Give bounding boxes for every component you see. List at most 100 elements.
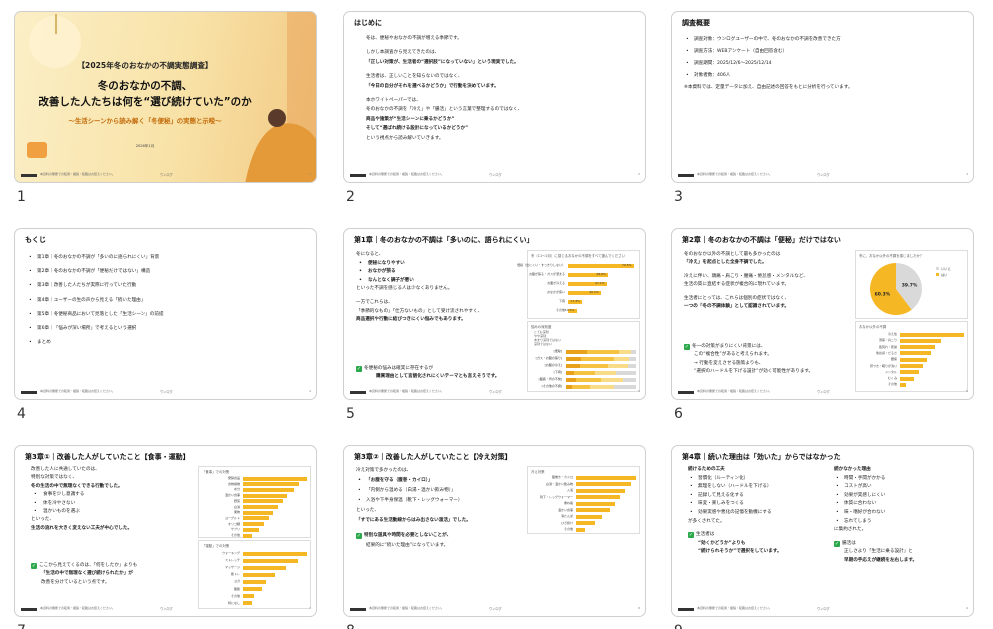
bar-row: 冷え性 [888, 332, 964, 337]
bar-label: その他 [887, 382, 897, 387]
bar-label: その他 [563, 527, 573, 531]
bar-row: 発酵食品 [228, 476, 307, 481]
bar-row: 筋トレ [231, 572, 307, 577]
slide-3[interactable]: 調査概要 調査対象：ウンログユーザーの中で、冬のおなかの不調を改善できた方 調査… [671, 11, 974, 183]
toc-item[interactable]: 第6章｜「悩みが深い場所」で考えるという選択 [27, 322, 164, 336]
list-item: • おなかが張る [359, 269, 396, 275]
body-line: 商品や施策が“生活シーンに乗るかどうか” [366, 116, 455, 122]
bar-value-label: 17.4% [570, 299, 580, 303]
bar-label: 重ね着 [563, 501, 573, 505]
callout-text: “効くかどうか”よりも [698, 540, 746, 546]
slide-title: もくじ [25, 236, 46, 244]
slide-thumbnail-5[interactable]: 第1章｜冬のおなかの不調は「多いのに、語られにくい」 冬になると、 • 便秘になりや… [343, 228, 646, 422]
slide-9[interactable]: 第4章｜続いた理由は「効いた」からではなかった 続けるための工夫 習慣化（ルーテ… [671, 445, 974, 617]
bar-row: 寝つき・眠りが浅い [870, 364, 964, 369]
bar-label: 食物繊維 [227, 481, 240, 486]
list-item: 記録して見える化する [688, 492, 782, 501]
bar-value-label: 40.1% [589, 290, 599, 294]
slide-body: 冬は、便秘やおなかの不調が増える季節です。 しかし本調査から見えてきたのは、 「正し… [366, 34, 522, 143]
callout-text: 改善を分けているという点です。 [41, 579, 110, 585]
list-item: 味変・楽しみをつくる [688, 500, 782, 509]
bar [243, 551, 307, 556]
bar [243, 572, 275, 577]
stack-segment [566, 349, 587, 354]
stack-segment [566, 377, 576, 382]
chart-food: 「食事」での対策 発酵食品 食物繊維 水分 温かい食事 野菜 白湯 果物 ヨーグルト オリゴ糖サ… [198, 466, 311, 538]
toc-item[interactable]: まとめ [27, 336, 164, 350]
chart-title: 悩みの深刻度 [531, 325, 552, 329]
chart-title: 「食事」での対策 [202, 470, 230, 474]
footer-logo [350, 174, 366, 177]
footer-page: 7 [309, 606, 311, 610]
slide-5[interactable]: 第1章｜冬のおなかの不調は「多いのに、語られにくい」 冬になると、 • 便秘になりや… [343, 228, 646, 400]
bar [243, 527, 260, 532]
cover-tag: 【2025年冬のおなかの不調実態調査】 [77, 61, 213, 70]
slide-number: 4 [17, 406, 26, 422]
toc-item[interactable]: 第2章｜冬のおなかの不調が「便秘だけではない」構造 [27, 265, 164, 279]
bar [576, 475, 636, 480]
slide-thumbnail-1[interactable]: 【2025年冬のおなかの不調実態調査】 冬のおなかの不調、 改善した人たちは何を… [14, 11, 317, 205]
bar [243, 565, 286, 570]
body-line: 「今日の自分がそれを選べるかどうか」で行動を決めています。 [366, 83, 499, 89]
footer-text: 本資料の無断での転用・複製・転載はお控えください。 [40, 172, 115, 176]
slide-1[interactable]: 【2025年冬のおなかの不調実態調査】 冬のおなかの不調、 改善した人たちは何を… [14, 11, 317, 183]
slide-8[interactable]: 第3章②｜改善した人がしていたこと【冷え対策】 冷え対策で多かったのは、 「お腹… [343, 445, 646, 617]
lead-text: 冷え対策で多かったのは、 [356, 468, 412, 473]
slide-body: 調査対象：ウンログユーザーの中で、冬のおなかの不調を改善できた方 調査方法：WE… [684, 34, 852, 94]
callout-text: 冬一の対策がまりにくい背景には、 [692, 344, 766, 349]
slide-thumbnail-8[interactable]: 第3章②｜改善した人がしていたこと【冷え対策】 冷え対策で多かったのは、 「お腹… [343, 445, 646, 629]
bar-row: ヨーグルト [225, 516, 307, 521]
body-line: 冬のおなかの不調を「冷え」や「腸活」という言葉で整理するのではなく、 [366, 107, 523, 113]
body-line: 生活の流れを大きく変えない工夫が中心でした。 [31, 525, 133, 531]
slide-thumbnail-6[interactable]: 第2章｜冬のおなかの不調は「便秘」だけではない 冬のおなか以外の不調として最も多… [671, 228, 974, 422]
footer-text: 本資料の無断での転用・複製・転載はお控えください。 [369, 389, 444, 393]
check-icon: ✓ [688, 532, 694, 539]
slide-thumbnail-9[interactable]: 第4章｜続いた理由は「効いた」からではなかった 続けるための工夫 習慣化（ルーテ… [671, 445, 974, 629]
toc-item[interactable]: 第3章｜改善した人たちが実際に行っていた行動 [27, 279, 164, 293]
bar-label: 腹筋 [233, 586, 240, 591]
chart-title: おなか以外の不調 [859, 325, 887, 329]
bar-row: 倦怠感・だるさ [876, 351, 964, 356]
chart-title: 冷え対策 [531, 470, 545, 474]
slide-thumbnail-3[interactable]: 調査概要 調査対象：ウンログユーザーの中で、冬のおなかの不調を改善できた方 調査… [671, 11, 974, 205]
bar [243, 505, 278, 509]
list-item: 「お腹を守る（腹巻・カイロ）」 [356, 476, 471, 486]
slide-body: 第1章｜冬のおなかの不調が「多いのに語られにくい」背景 第2章｜冬のおなかの不調… [27, 251, 164, 351]
body-line: 特別な対策ではなく、 [31, 475, 77, 481]
list-item: 体質に合わない [834, 500, 917, 509]
slide-4[interactable]: もくじ 第1章｜冬のおなかの不調が「多いのに語られにくい」背景 第2章｜冬のおな… [14, 228, 317, 400]
overview-note: ※本資料では、定量データに加え、自由記述の回答をもとに分析を行っています。 [684, 85, 853, 90]
slide-thumbnail-2[interactable]: はじめに 冬は、便秘やおなかの不調が増える季節です。 しかし本調査から見えてきたの… [343, 11, 646, 205]
body-line: 本ホワイトペーパーでは、 [366, 98, 421, 104]
chart-exercise: 「運動」での対策 ウォーキング ストレッチ マッサージ 筋トレ ヨガ 腹筋 その他 特になし [198, 540, 311, 609]
bar-row: お腹が張る・ガスが溜まる 48.6% [529, 272, 636, 277]
bar-row: ストレッチ [225, 558, 307, 563]
chart-title: 冬（11〜2月）に感じるおなかの不調をすべて選んでください [531, 254, 626, 258]
slide-title: 第2章｜冬のおなかの不調は「便秘」だけではない [682, 236, 841, 244]
slide-7[interactable]: 第3章①｜改善した人がしていたこと【食事・運動】 改善した人に共通していたのは、… [14, 445, 317, 617]
slide-thumbnail-4[interactable]: もくじ 第1章｜冬のおなかの不調が「多いのに語られにくい」背景 第2章｜冬のおな… [14, 228, 317, 422]
slide-title: はじめに [354, 19, 382, 27]
slide-footer: 本資料の無断での転用・複製・転載はお控えください。 ウンログ 2 [350, 172, 640, 179]
footer-brand: ウンログ [817, 173, 830, 177]
column-after: が多くされてた。 [688, 518, 725, 524]
stack-segment [618, 349, 632, 354]
slide-thumbnail-7[interactable]: 第3章①｜改善した人がしていたこと【食事・運動】 改善した人に共通していたのは、… [14, 445, 317, 629]
body-line: そして“選ばれ続ける設計になっているかどうか” [366, 126, 469, 132]
bar-label: 温かい食事 [557, 507, 573, 512]
bar-label: むくみ [887, 376, 897, 381]
bar-label: 白湯・温かい飲み物 [545, 481, 573, 486]
toc-item[interactable]: 第1章｜冬のおなかの不調が「多いのに語られにくい」背景 [27, 251, 164, 265]
list-item: 調査対象：ウンログユーザーの中で、冬のおなかの不調を改善できた方 [684, 34, 852, 46]
footer-logo [21, 174, 37, 177]
toc-item[interactable]: 第5章｜冬便秘商品において見落とした「生活シーン」の前提 [27, 308, 164, 322]
slide-2[interactable]: はじめに 冬は、便秘やおなかの不調が増える季節です。 しかし本調査から見えてきたの… [343, 11, 646, 183]
bar-label: [便秘] [553, 349, 562, 353]
column-heading: 続かなかった理由 [834, 467, 871, 472]
stack-segment [601, 377, 624, 382]
slide-grid: 【2025年冬のおなかの不調実態調査】 冬のおなかの不調、 改善した人たちは何を… [0, 0, 993, 629]
toc-item[interactable]: 第4章｜ユーザーの生の声から見える「続いた理由」 [27, 294, 164, 308]
slide-6[interactable]: 第2章｜冬のおなかの不調は「便秘」だけではない 冬のおなか以外の不調として最も多… [671, 228, 974, 400]
cover-subtitle: 〜生活シーンから読み解く「冬便秘」の実態と示唆〜 [68, 117, 222, 125]
bar-row: 温かい食事 [225, 493, 307, 498]
